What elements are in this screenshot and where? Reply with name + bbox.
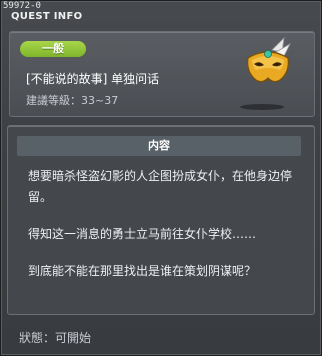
quest-name: [不能说的故事] 单独问话: [26, 72, 160, 86]
quest-header-panel: 一般 [不能说的故事] 单独问话 建議等級：33~37: [9, 31, 315, 117]
masquerade-mask-icon: [247, 36, 291, 83]
content-header: 内容: [17, 136, 301, 156]
description-paragraph: 想要暗杀怪盗幻影的人企图扮成女仆，在他身边停留。: [28, 169, 293, 204]
quest-info-window: 59972-0 QUEST INFO 一般 [不能说的故事] 单独问话 建議等級…: [0, 0, 322, 356]
mask-shadow: [240, 104, 284, 110]
quest-id: 59972-0: [3, 1, 41, 11]
description-paragraph: 得知这一消息的勇士立马前往女仆学校……: [28, 227, 257, 241]
recommended-level: 建議等級：33~37: [26, 94, 119, 107]
quest-description: 想要暗杀怪盗幻影的人企图扮成女仆，在他身边停留。 得知这一消息的勇士立马前往女仆…: [28, 166, 300, 298]
category-badge: 一般: [20, 41, 86, 57]
quest-status: 狀態：可開始: [19, 331, 92, 345]
description-paragraph: 到底能不能在那里找出是谁在策划阴谋呢？: [28, 264, 257, 278]
window-title: QUEST INFO: [11, 11, 83, 22]
quest-content-panel: 内容 想要暗杀怪盗幻影的人企图扮成女仆，在他身边停留。 得知这一消息的勇士立马前…: [7, 125, 315, 315]
